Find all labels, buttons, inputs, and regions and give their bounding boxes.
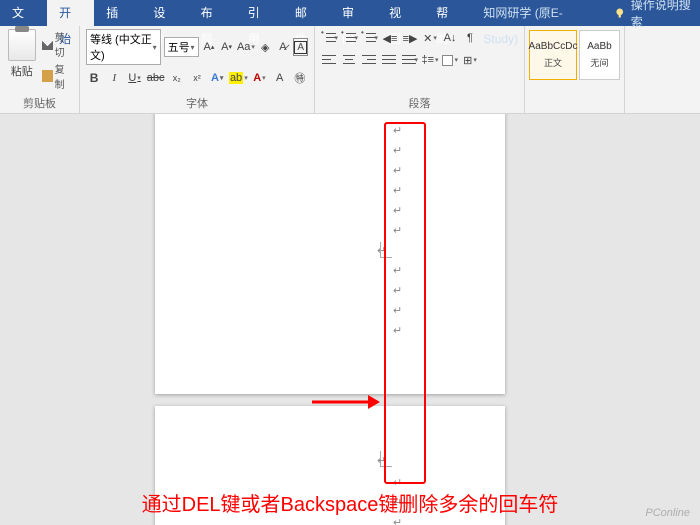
line-spacing-button[interactable]: ‡≡▾ [421, 51, 439, 69]
tab-layout[interactable]: 布局 [189, 0, 236, 26]
phonetic-guide-button[interactable]: ◈ [258, 38, 273, 56]
underline-button[interactable]: U▾ [126, 69, 142, 87]
menu-tabs: 文件 开始 插入 设计 布局 引用 邮件 审阅 视图 帮助 知网研学 (原E-S… [0, 0, 700, 26]
justify-icon [382, 53, 398, 67]
chevron-down-icon: ▾ [191, 43, 195, 52]
asian-layout-button[interactable]: ✕▾ [421, 29, 439, 47]
paste-button[interactable]: 粘贴 [6, 29, 38, 91]
style-preview: AaBb [587, 41, 611, 52]
align-left-button[interactable] [321, 51, 339, 69]
enclose-characters-button[interactable]: ㊕ [292, 69, 308, 87]
tab-view[interactable]: 视图 [377, 0, 424, 26]
align-right-button[interactable] [361, 51, 379, 69]
align-center-icon [342, 53, 358, 67]
font-size-value: 五号 [168, 39, 190, 55]
change-case-button[interactable]: Aa▾ [237, 38, 255, 56]
bullets-button[interactable]: ▾ [321, 29, 339, 47]
character-shading-button[interactable]: A [272, 69, 288, 87]
tab-file[interactable]: 文件 [0, 0, 47, 26]
bullets-icon [322, 31, 333, 45]
multilevel-list-button[interactable]: ▾ [361, 29, 379, 47]
watermark: PConline [645, 507, 690, 519]
cut-label: 剪切 [55, 29, 73, 59]
copy-label: 复制 [55, 61, 73, 91]
group-clipboard: 粘贴 剪切 复制 剪贴板 [0, 26, 80, 113]
increase-indent-button[interactable]: ≡▶ [401, 29, 419, 47]
group-styles: AaBbCcDc 正文 AaBb 无间 [525, 26, 625, 113]
font-group-label: 字体 [86, 93, 308, 111]
page-1[interactable] [155, 114, 505, 394]
align-right-icon [362, 53, 378, 67]
distributed-icon [402, 53, 413, 67]
copy-icon [42, 70, 53, 82]
character-border-button[interactable]: A [293, 38, 308, 56]
ribbon: 粘贴 剪切 复制 剪贴板 等线 (中文正文)▾ 五号▾ A▴ A▾ Aa▾ ◈ … [0, 26, 700, 114]
font-color-button[interactable]: A▾ [251, 69, 267, 87]
style-preview: AaBbCcDc [529, 41, 578, 52]
paragraph-group-label: 段落 [321, 93, 518, 111]
clear-formatting-button[interactable]: A̷ [276, 38, 291, 56]
tab-review[interactable]: 审阅 [330, 0, 377, 26]
numbering-icon [342, 31, 353, 45]
grow-font-button[interactable]: A▴ [202, 38, 217, 56]
paste-icon [8, 29, 36, 61]
group-paragraph: ▾ ▾ ▾ ◀≡ ≡▶ ✕▾ A↓ ¶ ▾ ‡≡▾ ▾ ⊞▾ 段落 [315, 26, 525, 113]
font-size-combo[interactable]: 五号▾ [164, 37, 199, 57]
chevron-down-icon: ▾ [153, 43, 157, 52]
tab-cnki[interactable]: 知网研学 (原E-Study) [471, 0, 605, 26]
paragraph-mark [393, 516, 402, 525]
group-font: 等线 (中文正文)▾ 五号▾ A▴ A▾ Aa▾ ◈ A̷ A B I U▾ a… [80, 26, 315, 113]
tab-mailings[interactable]: 邮件 [283, 0, 330, 26]
style-name: 正文 [544, 56, 562, 69]
shading-button[interactable]: ▾ [441, 51, 459, 69]
multilevel-icon [362, 31, 373, 45]
search-placeholder: 操作说明搜索 [631, 0, 700, 30]
font-name-value: 等线 (中文正文) [90, 31, 153, 63]
copy-button[interactable]: 复制 [42, 61, 74, 91]
highlight-button[interactable]: ab▾ [229, 69, 247, 87]
tab-references[interactable]: 引用 [236, 0, 283, 26]
clipboard-group-label: 剪贴板 [6, 93, 73, 111]
align-left-icon [322, 53, 338, 67]
shrink-font-button[interactable]: A▾ [219, 38, 234, 56]
strikethrough-button[interactable]: abc [147, 69, 165, 87]
show-marks-button[interactable]: ¶ [461, 29, 479, 47]
style-normal[interactable]: AaBbCcDc 正文 [529, 30, 577, 80]
italic-button[interactable]: I [106, 69, 122, 87]
align-center-button[interactable] [341, 51, 359, 69]
numbering-button[interactable]: ▾ [341, 29, 359, 47]
tab-home[interactable]: 开始 [47, 0, 94, 26]
paste-label: 粘贴 [11, 63, 33, 79]
annotation-arrow [310, 392, 380, 417]
tell-me-search[interactable]: 操作说明搜索 [613, 0, 700, 30]
borders-button[interactable]: ⊞▾ [461, 51, 479, 69]
distributed-button[interactable]: ▾ [401, 51, 419, 69]
cut-button[interactable]: 剪切 [42, 29, 74, 59]
annotation-highlight-box [384, 122, 426, 484]
decrease-indent-button[interactable]: ◀≡ [381, 29, 399, 47]
document-area [0, 114, 700, 525]
bulb-icon [613, 6, 626, 20]
tab-insert[interactable]: 插入 [94, 0, 141, 26]
bold-button[interactable]: B [86, 69, 102, 87]
font-name-combo[interactable]: 等线 (中文正文)▾ [86, 29, 161, 65]
tab-help[interactable]: 帮助 [424, 0, 471, 26]
subscript-button[interactable]: x₂ [169, 69, 185, 87]
tab-design[interactable]: 设计 [141, 0, 188, 26]
style-name: 无间 [590, 56, 608, 69]
text-effects-button[interactable]: A▾ [209, 69, 225, 87]
style-no-spacing[interactable]: AaBb 无间 [579, 30, 620, 80]
scissors-icon [42, 38, 53, 50]
superscript-button[interactable]: x² [189, 69, 205, 87]
annotation-caption: 通过DEL键或者Backspace键删除多余的回车符 [0, 488, 700, 517]
sort-button[interactable]: A↓ [441, 29, 459, 47]
justify-button[interactable] [381, 51, 399, 69]
